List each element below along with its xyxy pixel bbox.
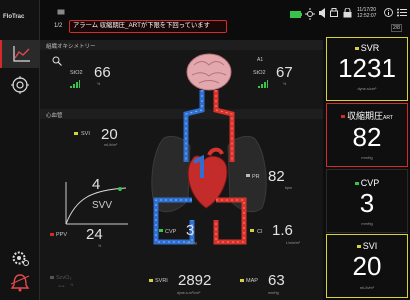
alarm-banner[interactable]: アラーム 収縮期圧_ARTが下限を下回っています [69,20,227,33]
datetime: 11/17/20 12:52:07 [357,7,376,19]
tile-svi[interactable]: SVI 20 mL/b/m² [326,234,408,298]
ci-value[interactable]: 1.6 [272,222,293,239]
svri-label: SVRI [155,278,168,284]
tile-svr-unit: dyne-s/cm⁵ [357,87,377,91]
sidebar-item-alarm-silence[interactable] [9,272,31,294]
sto2-left-value[interactable]: 66 [94,64,111,81]
trend-chart-icon [13,46,30,62]
pr-label: PR [252,174,260,180]
menu-list-icon[interactable] [397,8,407,17]
pr-unit: bpm [285,186,292,190]
svv-value[interactable]: 4 [92,176,100,193]
map-value[interactable]: 63 [268,272,285,289]
pr-value[interactable]: 82 [268,168,285,185]
ppv-dot [50,233,54,236]
svi-small-value[interactable]: 20 [101,126,118,143]
snapshot-icon[interactable] [330,8,338,17]
sidebar-item-target[interactable] [9,74,31,96]
info-icon[interactable] [384,8,393,17]
tile-systolic-art[interactable]: 収縮期圧ART 82 mmHg [326,103,408,167]
ci-dot [250,229,254,232]
svri-dot [149,279,153,282]
brightness-icon[interactable] [305,8,315,20]
tile-svr[interactable]: SVR 1231 dyne-s/cm⁵ [326,37,408,101]
tile-sys-label: 収縮期圧ART [327,109,407,122]
tile-svi-label: SVI [327,241,407,251]
svi-dot [74,132,78,135]
ppv-label: PPV [56,232,68,238]
ppv-value[interactable]: 24 [86,226,103,243]
scvo2-unit: % [70,283,74,287]
map-unit: mmHg [268,291,279,295]
tile-sys-unit: mmHg [361,156,373,160]
sto2-right-label: StO2 [253,70,266,76]
tile-cvp[interactable]: CVP 3 mmHg [326,169,408,233]
sidebar-item-settings[interactable] [9,247,31,269]
signal-quality-icon [258,80,268,88]
sto2-right-value[interactable]: 67 [276,64,293,81]
alarm-count: 1/2 [54,23,63,29]
target-icon [11,76,29,94]
signal-quality-icon [70,80,80,88]
tile-sys-value: 82 [352,122,382,152]
tile-svi-unit: mL/b/m² [360,286,374,290]
svi-small-label: SVI [81,131,90,137]
tile-svr-label: SVR [327,43,407,53]
sidebar-item-trends[interactable] [0,40,40,68]
tile-svi-value: 20 [352,251,382,281]
tile-svr-value: 1231 [338,53,396,83]
pr-dot [246,174,250,177]
gear-icon [12,251,29,266]
ppv-unit: % [98,244,102,248]
scvo2-value[interactable]: -- [58,281,65,292]
ci-label: CI [257,229,263,235]
page-indicator: 2/8 [391,24,402,32]
tile-cvp-label: CVP [327,178,407,188]
tile-cvp-unit: mmHg [361,222,373,226]
alarm-bell-icon [10,274,30,292]
cvp-small-label: CVP [165,229,177,235]
search-icon[interactable] [52,56,62,66]
cvp-small-unit: mmHg [186,241,197,245]
volume-icon[interactable] [319,8,327,18]
map-dot [240,279,244,282]
svri-unit: dyne-s-m²/cm⁵ [177,291,201,295]
time-text: 12:52:07 [357,13,377,19]
svi-small-unit: mL/b/m² [104,143,118,147]
heart-circulation-diagram [151,53,267,245]
sto2-right-sub: A1 [257,57,264,63]
section-cardiac: 心血管 [46,113,63,119]
scvo2-dot [50,276,54,279]
svri-value[interactable]: 2892 [178,272,211,289]
battery-icon [290,11,302,18]
tile-cvp-value: 3 [359,188,375,218]
cvp-small-value[interactable]: 3 [186,222,194,239]
lock-icon[interactable] [343,8,352,18]
map-label: MAP [246,278,258,284]
section-oximetry: 組織オキシメトリー [46,44,96,50]
svv-label: SVV [92,200,113,211]
sto2-left-label: StO2 [70,70,83,76]
brand-label: FloTrac [3,14,25,20]
sto2-right-unit: % [283,82,287,86]
sto2-left-unit: % [97,82,101,86]
monitor-icon [57,9,65,15]
ci-unit: L/min/m² [286,241,300,245]
cvp-dot [159,229,163,232]
